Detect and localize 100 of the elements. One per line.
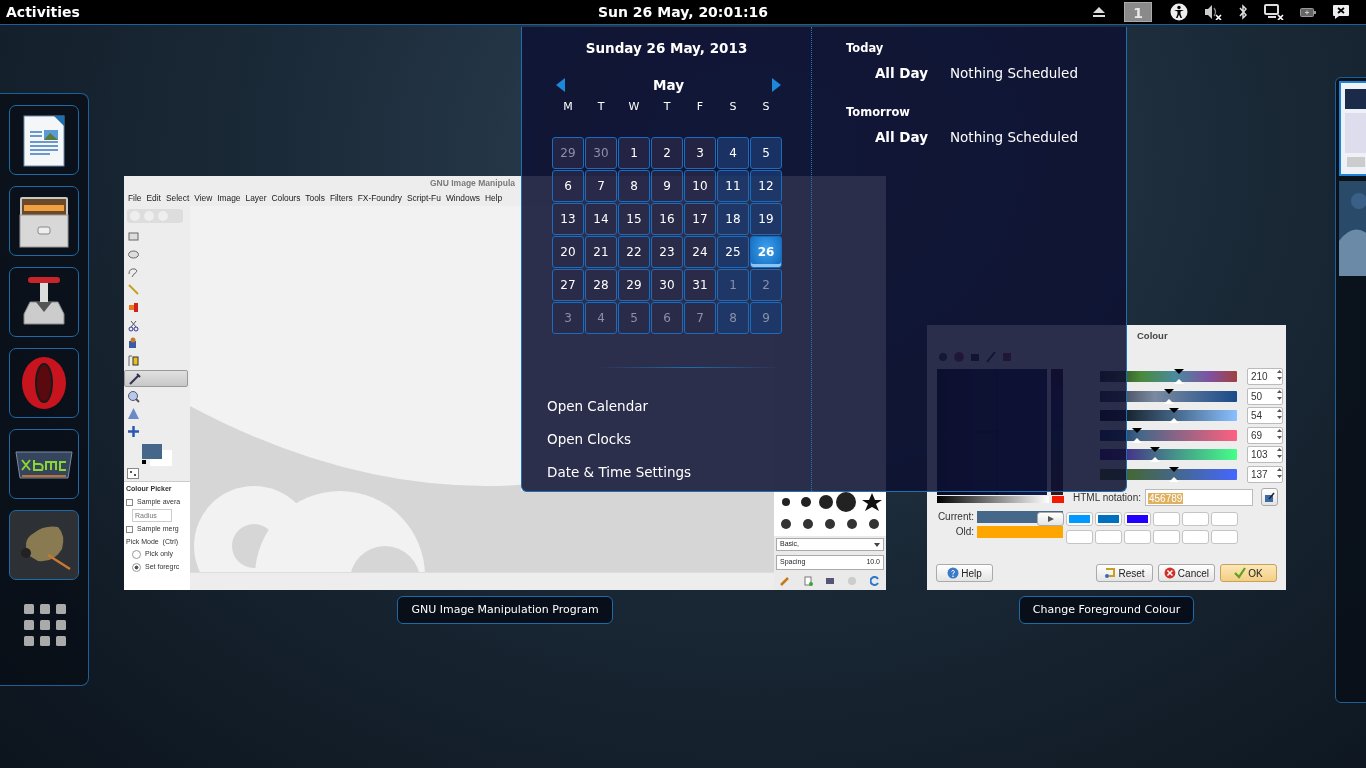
calendar-day[interactable]: 20 [552, 236, 584, 268]
radio-button[interactable] [132, 550, 141, 559]
volume-muted-icon[interactable] [1204, 4, 1222, 20]
calendar-day[interactable]: 31 [684, 269, 716, 301]
menu-link[interactable]: Open Clocks [522, 423, 811, 456]
menu-item[interactable]: Select [165, 191, 190, 205]
menu-item[interactable]: Tools [305, 191, 325, 205]
eyedropper-button[interactable] [1261, 488, 1278, 506]
spin-arrows-icon[interactable] [1277, 388, 1282, 401]
calendar-day[interactable]: 29 [618, 269, 650, 301]
history-swatch[interactable] [1124, 530, 1151, 544]
calendar-day[interactable]: 3 [684, 137, 716, 169]
calendar-day[interactable]: 12 [750, 170, 782, 202]
value-spinner[interactable]: 137 [1247, 465, 1283, 483]
calendar-day[interactable]: 5 [750, 137, 782, 169]
calendar-day[interactable]: 27 [552, 269, 584, 301]
menu-item[interactable]: Help [484, 191, 503, 205]
brush-action-icon[interactable] [802, 576, 813, 586]
spin-arrows-icon[interactable] [1277, 447, 1282, 460]
history-swatch[interactable] [1153, 530, 1180, 544]
tab-icon[interactable] [127, 468, 139, 480]
menu-item[interactable]: FX-Foundry [357, 191, 402, 205]
ok-button[interactable]: OK [1220, 564, 1277, 582]
accessibility-icon[interactable] [1170, 3, 1188, 21]
spin-arrows-icon[interactable] [1277, 369, 1282, 382]
value-spinner[interactable]: 54 [1247, 407, 1283, 425]
brush-action-icon[interactable] [780, 576, 791, 586]
colour-swatch-icon[interactable] [140, 444, 174, 467]
history-swatch[interactable] [1095, 512, 1122, 526]
menu-item[interactable]: Layer [245, 191, 267, 205]
calendar-day[interactable]: 29 [552, 137, 584, 169]
tool-button[interactable] [124, 369, 188, 388]
menu-item[interactable]: View [194, 191, 213, 205]
value-strip[interactable] [937, 496, 1065, 503]
menu-item[interactable]: Script-Fu [406, 191, 441, 205]
workspace-thumbnail[interactable] [1339, 181, 1366, 276]
dialog-button[interactable]: Reset [1096, 564, 1153, 582]
calendar-day[interactable]: 14 [585, 203, 617, 235]
calendar-day[interactable]: 10 [684, 170, 716, 202]
next-month-button[interactable] [772, 78, 781, 92]
calendar-day[interactable]: 11 [717, 170, 749, 202]
history-swatch[interactable] [1066, 512, 1093, 526]
app-launcher[interactable] [9, 105, 79, 175]
dialog-button[interactable]: Cancel [1158, 564, 1215, 582]
value-spinner[interactable]: 69 [1247, 426, 1283, 444]
calendar-day[interactable]: 19 [750, 203, 782, 235]
menu-item[interactable]: Colours [271, 191, 301, 205]
calendar-day[interactable]: 4 [717, 137, 749, 169]
slider-thumb[interactable] [1174, 369, 1185, 385]
calendar-day[interactable]: 25 [717, 236, 749, 268]
calendar-day[interactable]: 22 [618, 236, 650, 268]
bluetooth-icon[interactable] [1238, 4, 1248, 20]
radio-button[interactable] [132, 562, 141, 572]
clock-button[interactable]: Sun 26 May, 20:01:16 [597, 4, 769, 20]
calendar-day[interactable]: 4 [585, 302, 617, 334]
calendar-day[interactable]: 1 [717, 269, 749, 301]
history-swatch[interactable] [1153, 512, 1180, 526]
activities-button[interactable]: Activities [0, 0, 86, 24]
history-swatch[interactable] [1124, 512, 1151, 526]
network-icon[interactable] [1264, 4, 1284, 20]
history-swatch[interactable] [1182, 512, 1209, 526]
eject-icon[interactable] [1092, 6, 1106, 18]
calendar-day[interactable]: 17 [684, 203, 716, 235]
slider-thumb[interactable] [1168, 408, 1179, 424]
calendar-day[interactable]: 8 [618, 170, 650, 202]
menu-item[interactable]: Filters [329, 191, 353, 205]
window-caption[interactable]: Change Foreground Colour [1019, 596, 1194, 624]
slider-thumb[interactable] [1149, 447, 1160, 463]
app-launcher[interactable] [9, 429, 79, 499]
history-swatch[interactable] [1211, 512, 1238, 526]
menu-link[interactable]: Open Calendar [522, 390, 811, 423]
app-launcher[interactable] [9, 267, 79, 337]
calendar-day[interactable]: 5 [618, 302, 650, 334]
app-grid-icon[interactable] [24, 604, 66, 646]
play-button[interactable] [1037, 512, 1064, 526]
menu-item[interactable]: Windows [445, 191, 480, 205]
calendar-day[interactable]: 9 [750, 302, 782, 334]
calendar-day[interactable]: 30 [585, 137, 617, 169]
calendar-day[interactable]: 2 [651, 137, 683, 169]
value-spinner[interactable]: 210 [1247, 368, 1283, 386]
calendar-day[interactable]: 6 [552, 170, 584, 202]
chat-icon[interactable] [1332, 4, 1350, 20]
dialog-button[interactable]: Help [936, 564, 993, 582]
menu-link[interactable]: Date & Time Settings [522, 456, 811, 489]
calendar-day[interactable]: 21 [585, 236, 617, 268]
brush-action-icon[interactable] [869, 576, 880, 586]
history-swatch[interactable] [1182, 530, 1209, 544]
window-caption[interactable]: GNU Image Manipulation Program [397, 596, 613, 624]
value-spinner[interactable]: 50 [1247, 387, 1283, 405]
calendar-day[interactable]: 7 [585, 170, 617, 202]
calendar-day[interactable]: 23 [651, 236, 683, 268]
battery-icon[interactable] [1300, 7, 1316, 17]
calendar-day[interactable]: 13 [552, 203, 584, 235]
spin-arrows-icon[interactable] [1277, 427, 1282, 440]
menu-item[interactable]: Image [217, 191, 241, 205]
workspace-thumbnail[interactable] [1339, 81, 1366, 176]
history-swatch[interactable] [1066, 530, 1093, 544]
calendar-day[interactable]: 2 [750, 269, 782, 301]
calendar-day[interactable]: 8 [717, 302, 749, 334]
calendar-day[interactable]: 16 [651, 203, 683, 235]
